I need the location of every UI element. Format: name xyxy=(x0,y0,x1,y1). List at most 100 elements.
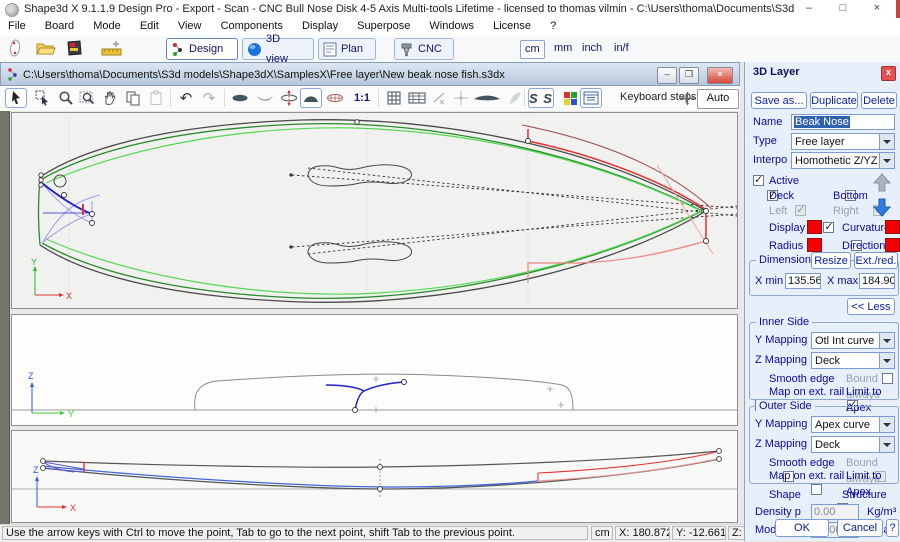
unit-inch[interactable]: inch xyxy=(578,40,606,57)
menu-license[interactable]: License xyxy=(485,18,539,35)
ok-button[interactable]: OK xyxy=(775,519,829,537)
unit-cm[interactable]: cm xyxy=(520,40,545,59)
radius-color-swatch[interactable] xyxy=(807,238,822,252)
menu-superpose[interactable]: Superpose xyxy=(349,18,418,35)
rocker-view-icon[interactable] xyxy=(254,88,276,108)
name-input[interactable]: Beak Nose xyxy=(791,114,895,130)
duplicate-button[interactable]: Duplicate xyxy=(810,92,858,109)
chevron-down-icon[interactable] xyxy=(879,134,894,149)
section-view-drawing[interactable]: Z Y xyxy=(12,315,737,425)
scale-1-1-button[interactable]: 1:1 xyxy=(350,88,374,108)
cnc-button[interactable]: CNC xyxy=(394,38,454,60)
display-color-swatch[interactable] xyxy=(807,220,822,234)
svg-text:Z: Z xyxy=(33,465,39,475)
symmetry-icon[interactable]: S S xyxy=(528,88,554,108)
panel-help-button[interactable]: ? xyxy=(886,519,899,537)
cross-section-view-icon[interactable] xyxy=(300,88,322,108)
undo-button[interactable]: ↶ xyxy=(175,88,197,108)
move-steps-icon[interactable] xyxy=(676,88,698,108)
inner-z-mapping-dropdown[interactable]: Deck xyxy=(811,352,895,369)
zoom-tool[interactable] xyxy=(55,88,77,108)
cancel-button[interactable]: Cancel xyxy=(837,519,883,537)
design-mode-button[interactable]: Design xyxy=(166,38,238,60)
3d-view-button[interactable]: 3D view xyxy=(242,38,314,60)
resize-button[interactable]: Resize xyxy=(811,252,851,269)
menu-bar: File Board Mode Edit View Components Dis… xyxy=(0,18,900,37)
panel-close-button[interactable]: x xyxy=(881,66,896,81)
ext-red-button[interactable]: Ext./red. xyxy=(854,252,898,269)
svg-text:X: X xyxy=(70,503,76,513)
curvature-color-swatch[interactable] xyxy=(885,220,900,234)
display-checkbox[interactable] xyxy=(823,222,834,233)
x-max-input[interactable]: 184.900 xyxy=(859,273,895,289)
properties-panel-toggle[interactable] xyxy=(580,88,602,108)
menu-windows[interactable]: Windows xyxy=(421,18,482,35)
chevron-down-icon[interactable] xyxy=(879,153,894,168)
zoom-area-tool[interactable] xyxy=(76,88,98,108)
board-profile-icon[interactable] xyxy=(472,88,502,108)
pan-hand-tool[interactable] xyxy=(98,88,120,108)
chevron-down-icon[interactable] xyxy=(879,333,894,348)
dimensions-table-icon[interactable] xyxy=(406,88,428,108)
drawing-toolbar: ↶ ↷ 1:1 S S Keyboard steps xyxy=(0,86,740,112)
panel-title: 3D Layer xyxy=(753,66,799,78)
doc-minimize-button[interactable]: – xyxy=(657,67,677,84)
layer-up-button[interactable] xyxy=(871,172,893,194)
outer-z-mapping-dropdown[interactable]: Deck xyxy=(811,436,895,453)
outline-view[interactable]: Y X xyxy=(11,112,738,309)
layer-down-button[interactable] xyxy=(871,196,893,218)
outer-map-ext-checkbox[interactable] xyxy=(811,484,822,495)
left-checkbox xyxy=(795,205,806,216)
type-dropdown[interactable]: Free layer xyxy=(791,133,895,150)
menu-help[interactable]: ? xyxy=(542,18,564,35)
plan-button[interactable]: Plan xyxy=(318,38,376,60)
unit-mm[interactable]: mm xyxy=(550,40,576,57)
status-x: X: 180.872 xyxy=(615,526,670,540)
save-as-button[interactable]: Save as... xyxy=(751,92,807,109)
outline-view-icon[interactable] xyxy=(229,88,251,108)
open-folder-icon[interactable] xyxy=(34,38,58,59)
menu-edit[interactable]: Edit xyxy=(132,18,167,35)
delete-button[interactable]: Delete xyxy=(861,92,897,109)
close-button[interactable]: × xyxy=(864,1,890,17)
minimize-button[interactable]: – xyxy=(796,1,822,17)
profile-view[interactable]: Z X xyxy=(11,430,738,523)
auto-button[interactable]: Auto xyxy=(697,89,739,109)
new-board-icon[interactable] xyxy=(4,38,28,59)
select-box-tool[interactable] xyxy=(32,88,54,108)
svg-text:Y: Y xyxy=(31,257,37,267)
thickness-view-icon[interactable] xyxy=(278,88,300,108)
menu-view[interactable]: View xyxy=(170,18,210,35)
outer-y-mapping-dropdown[interactable]: Apex curve xyxy=(811,416,895,433)
active-checkbox[interactable] xyxy=(753,175,764,186)
measure-cut-icon xyxy=(428,88,450,108)
less-button[interactable]: << Less xyxy=(847,298,895,315)
interpo-dropdown[interactable]: Homothetic Z/YZ xyxy=(791,152,895,169)
grid-icon[interactable] xyxy=(383,88,405,108)
menu-board[interactable]: Board xyxy=(37,18,82,35)
menu-mode[interactable]: Mode xyxy=(85,18,129,35)
x-max-label: X max xyxy=(827,273,858,289)
menu-file[interactable]: File xyxy=(0,18,34,35)
maximize-button[interactable]: □ xyxy=(830,1,856,17)
density-input: 0.00 xyxy=(811,504,859,520)
chevron-down-icon[interactable] xyxy=(879,437,894,452)
slices-view-icon[interactable] xyxy=(324,88,346,108)
inner-y-mapping-dropdown[interactable]: Otl Int curve xyxy=(811,332,895,349)
colors-icon[interactable] xyxy=(559,88,581,108)
unit-inf[interactable]: in/f xyxy=(610,40,633,57)
profile-view-drawing[interactable]: Z X xyxy=(12,431,737,522)
directional-color-swatch[interactable] xyxy=(885,238,900,252)
ruler-icon[interactable] xyxy=(100,38,124,59)
save-icon[interactable] xyxy=(64,38,88,59)
chevron-down-icon[interactable] xyxy=(879,353,894,368)
chevron-down-icon[interactable] xyxy=(879,417,894,432)
outline-view-drawing[interactable]: Y X xyxy=(12,113,737,308)
section-view[interactable]: Z Y xyxy=(11,314,738,426)
left-resize-strip[interactable] xyxy=(0,111,10,524)
select-tool[interactable] xyxy=(5,88,27,108)
doc-close-button[interactable]: × xyxy=(707,67,733,84)
copy-tool[interactable] xyxy=(122,88,144,108)
doc-restore-button[interactable]: ❒ xyxy=(679,67,699,84)
x-min-input[interactable]: 135.566 xyxy=(785,273,821,289)
